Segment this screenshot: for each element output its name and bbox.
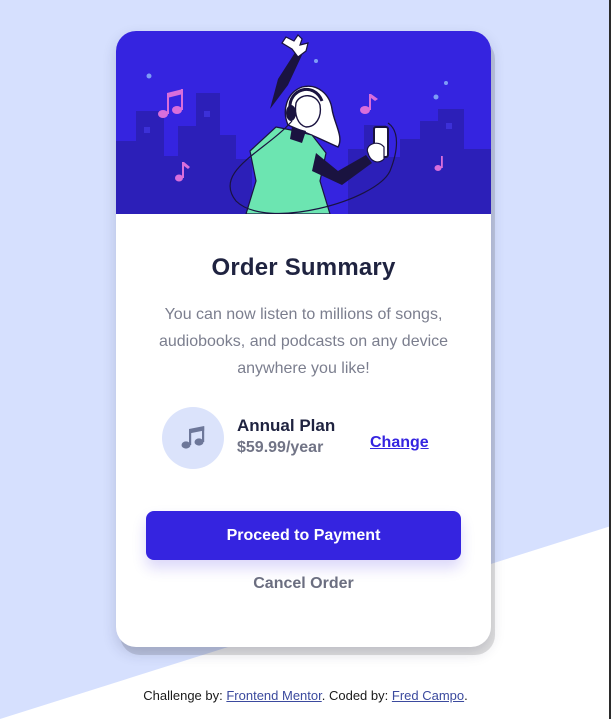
order-summary-card: Order Summary You can now listen to mill…	[116, 31, 491, 647]
cancel-order-button[interactable]: Cancel Order	[146, 571, 461, 597]
plan-name: Annual Plan	[237, 416, 336, 435]
card-content: Order Summary You can now listen to mill…	[116, 252, 491, 382]
plan-summary: Annual Plan $59.99/year Change	[146, 398, 466, 478]
hero-illustration-svg	[116, 34, 491, 214]
proceed-to-payment-button[interactable]: Proceed to Payment	[146, 511, 461, 560]
plan-info: Annual Plan $59.99/year	[237, 416, 335, 460]
frontend-mentor-link[interactable]: Frontend Mentor	[226, 688, 321, 703]
author-link[interactable]: Fred Campo	[392, 688, 464, 703]
music-note-glyph	[181, 426, 205, 449]
page-title: Order Summary	[211, 254, 396, 281]
change-plan-link[interactable]: Change	[370, 434, 429, 452]
music-note-icon	[162, 407, 224, 469]
summary-description: You can now listen to millions of songs,…	[158, 306, 449, 377]
attribution: Challenge by: Frontend Mentor. Coded by:…	[0, 688, 611, 703]
plan-price: $59.99/year	[237, 439, 324, 456]
attribution-coded-prefix: . Coded by:	[321, 688, 389, 703]
attribution-challenge-prefix: Challenge by:	[143, 688, 223, 703]
attribution-suffix: .	[464, 688, 468, 703]
hero-illustration	[116, 31, 491, 214]
